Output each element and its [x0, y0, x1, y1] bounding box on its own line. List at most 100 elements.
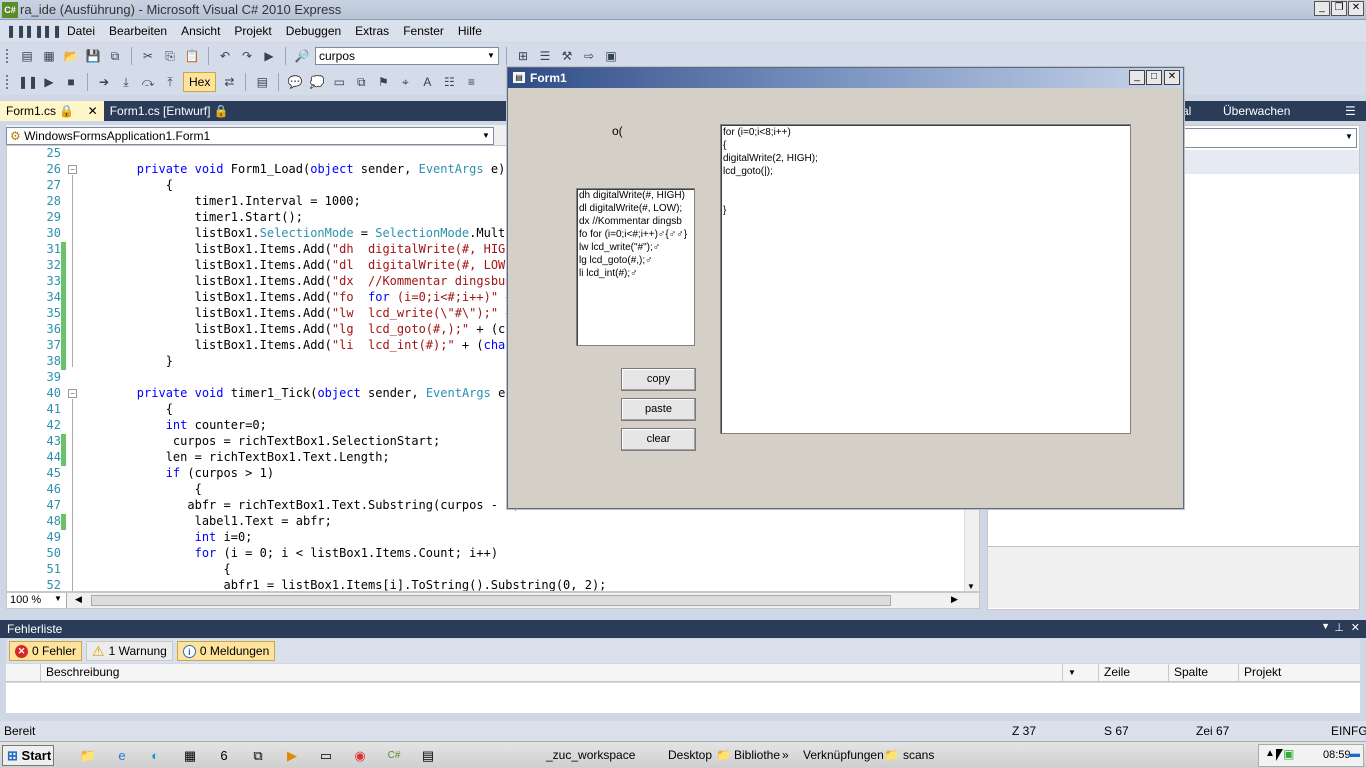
- rich-text-box[interactable]: for (i=0;i<8;i++) { digitalWrite(2, HIGH…: [720, 124, 1131, 434]
- paste-icon[interactable]: 📋: [183, 47, 201, 65]
- col-column[interactable]: Spalte: [1168, 664, 1238, 682]
- taskbar-item-library[interactable]: Bibliothe: [734, 748, 780, 762]
- menu-extras[interactable]: Extras: [348, 24, 396, 38]
- listbox1[interactable]: dh digitalWrite(#, HIGH) dl digitalWrite…: [576, 188, 695, 346]
- start-debug-icon[interactable]: ▶: [260, 47, 278, 65]
- menu-datei[interactable]: Datei: [60, 24, 102, 38]
- media-icon[interactable]: ▶: [282, 746, 302, 766]
- menu-projekt[interactable]: Projekt: [227, 24, 278, 38]
- close-button[interactable]: ✕: [1348, 1, 1364, 16]
- toolbar-grip[interactable]: [6, 49, 10, 63]
- taskbar-item-desktop[interactable]: Desktop: [668, 748, 712, 762]
- form1-maximize-button[interactable]: □: [1146, 70, 1162, 85]
- cut-icon[interactable]: ✂: [139, 47, 157, 65]
- align-icon[interactable]: ≡: [462, 73, 480, 91]
- tab-form1-designer[interactable]: Form1.cs [Entwurf] 🔒: [104, 101, 235, 121]
- chevron-down-icon[interactable]: ▼: [1342, 129, 1356, 145]
- tab-form1-cs[interactable]: Form1.cs 🔒 ✕: [0, 101, 104, 121]
- taskbar-item-shortcuts[interactable]: Verknüpfungen: [803, 748, 884, 762]
- toolbox-icon[interactable]: ⚒: [558, 47, 576, 65]
- toolbar-grip[interactable]: [6, 75, 10, 89]
- right-panel-combo[interactable]: ▼: [1181, 128, 1357, 148]
- close-icon[interactable]: ✕: [1351, 621, 1360, 634]
- save-icon[interactable]: 💾: [84, 47, 102, 65]
- text-icon[interactable]: A: [418, 73, 436, 91]
- taskbar-item-scans[interactable]: scans: [903, 748, 934, 762]
- extension-icon[interactable]: ▣: [602, 47, 620, 65]
- layers-icon[interactable]: ⧉: [352, 73, 370, 91]
- scroll-right-icon[interactable]: ▶: [951, 594, 958, 605]
- breakpoints-icon[interactable]: ▤: [253, 73, 271, 91]
- fold-toggle-icon[interactable]: −: [68, 389, 77, 398]
- pause-icon[interactable]: ❚❚: [6, 22, 26, 40]
- find-combo[interactable]: curpos ▼: [315, 47, 499, 65]
- list-item[interactable]: lw lcd_write("#");♂: [577, 241, 694, 254]
- break-all-icon[interactable]: ❚❚: [18, 73, 38, 91]
- pause-icon[interactable]: ❚❚: [24, 22, 44, 40]
- minimize-button[interactable]: _: [1314, 1, 1330, 16]
- app-six-icon[interactable]: 6: [214, 746, 234, 766]
- step-out-icon[interactable]: ⤒: [161, 73, 179, 91]
- menu-bearbeiten[interactable]: Bearbeiten: [102, 24, 174, 38]
- start-page-icon[interactable]: ⇨: [580, 47, 598, 65]
- form-app-icon[interactable]: ▤: [418, 746, 438, 766]
- chrome-icon[interactable]: ◉: [350, 746, 370, 766]
- menu-icon[interactable]: ☰: [1345, 104, 1356, 118]
- list-icon[interactable]: ☷: [440, 73, 458, 91]
- undo-icon[interactable]: ↶: [216, 47, 234, 65]
- copy-icon[interactable]: ⎘: [161, 47, 179, 65]
- start-button[interactable]: ⊞ Start: [2, 745, 54, 766]
- clock[interactable]: 08:59: [1323, 749, 1351, 761]
- visual-csharp-icon[interactable]: C#: [384, 746, 404, 766]
- stop-icon[interactable]: ■: [62, 73, 80, 91]
- paste-button[interactable]: paste: [621, 398, 696, 421]
- uncomment-icon[interactable]: 💭: [308, 73, 326, 91]
- add-item-icon[interactable]: ▦: [40, 47, 58, 65]
- clear-button[interactable]: clear: [621, 428, 696, 451]
- list-item[interactable]: li lcd_int(#);♂: [577, 267, 694, 280]
- format-icon[interactable]: ⌖: [396, 73, 414, 91]
- list-item[interactable]: lg lcd_goto(#,);♂: [577, 254, 694, 267]
- scroll-down-icon[interactable]: ▼: [967, 582, 975, 591]
- messages-filter-button[interactable]: i 0 Meldungen: [176, 641, 276, 661]
- horizontal-scroll-thumb[interactable]: [91, 595, 891, 606]
- continue-icon[interactable]: ▶: [40, 73, 58, 91]
- find-in-files-icon[interactable]: 🔎: [293, 47, 311, 65]
- edge-icon[interactable]: ◐: [145, 746, 165, 766]
- col-line[interactable]: Zeile: [1098, 664, 1168, 682]
- step-into-icon[interactable]: ⤓: [117, 73, 135, 91]
- scroll-left-icon[interactable]: ◀: [75, 594, 82, 605]
- warnings-filter-button[interactable]: ⚠ 1 Warnung: [86, 641, 173, 661]
- bookmark-icon[interactable]: ⚑: [374, 73, 392, 91]
- open-folder-icon[interactable]: 📂: [62, 47, 80, 65]
- menu-fenster[interactable]: Fenster: [396, 24, 451, 38]
- col-description[interactable]: Beschreibung: [40, 664, 1062, 682]
- show-next-statement-icon[interactable]: ➔: [95, 73, 113, 91]
- form1-close-button[interactable]: ✕: [1164, 70, 1180, 85]
- save-all-icon[interactable]: ⧉: [106, 47, 124, 65]
- form1-minimize-button[interactable]: _: [1129, 70, 1145, 85]
- menu-ansicht[interactable]: Ansicht: [174, 24, 227, 38]
- menu-debuggen[interactable]: Debuggen: [279, 24, 348, 38]
- window-icon[interactable]: ▭: [330, 73, 348, 91]
- list-item[interactable]: dx //Kommentar dingsb: [577, 215, 694, 228]
- restore-button[interactable]: ❐: [1331, 1, 1347, 16]
- pin-icon[interactable]: ⊥: [1334, 621, 1344, 634]
- chevron-right-icon[interactable]: »: [782, 748, 789, 762]
- close-icon[interactable]: ✕: [88, 104, 98, 118]
- app-icon[interactable]: ▦: [180, 746, 200, 766]
- dropdown-icon[interactable]: ▼: [1321, 621, 1330, 631]
- pause-icon[interactable]: ❚❚: [42, 22, 62, 40]
- redo-icon[interactable]: ↷: [238, 47, 256, 65]
- chevron-down-icon[interactable]: ▼: [484, 48, 498, 64]
- ie-icon[interactable]: e: [112, 746, 132, 766]
- tab-watch[interactable]: Überwachen: [1223, 104, 1290, 118]
- show-desktop-icon[interactable]: ▬: [1349, 748, 1360, 760]
- step-over-icon[interactable]: ⤼: [139, 73, 157, 91]
- form1-title-bar[interactable]: ▤ Form1 _ □ ✕: [508, 68, 1183, 88]
- menu-hilfe[interactable]: Hilfe: [451, 24, 489, 38]
- copy-button[interactable]: copy: [621, 368, 696, 391]
- tray-app-icon[interactable]: ▣: [1283, 747, 1294, 761]
- new-project-icon[interactable]: ▤: [18, 47, 36, 65]
- list-item[interactable]: dl digitalWrite(#, LOW);: [577, 202, 694, 215]
